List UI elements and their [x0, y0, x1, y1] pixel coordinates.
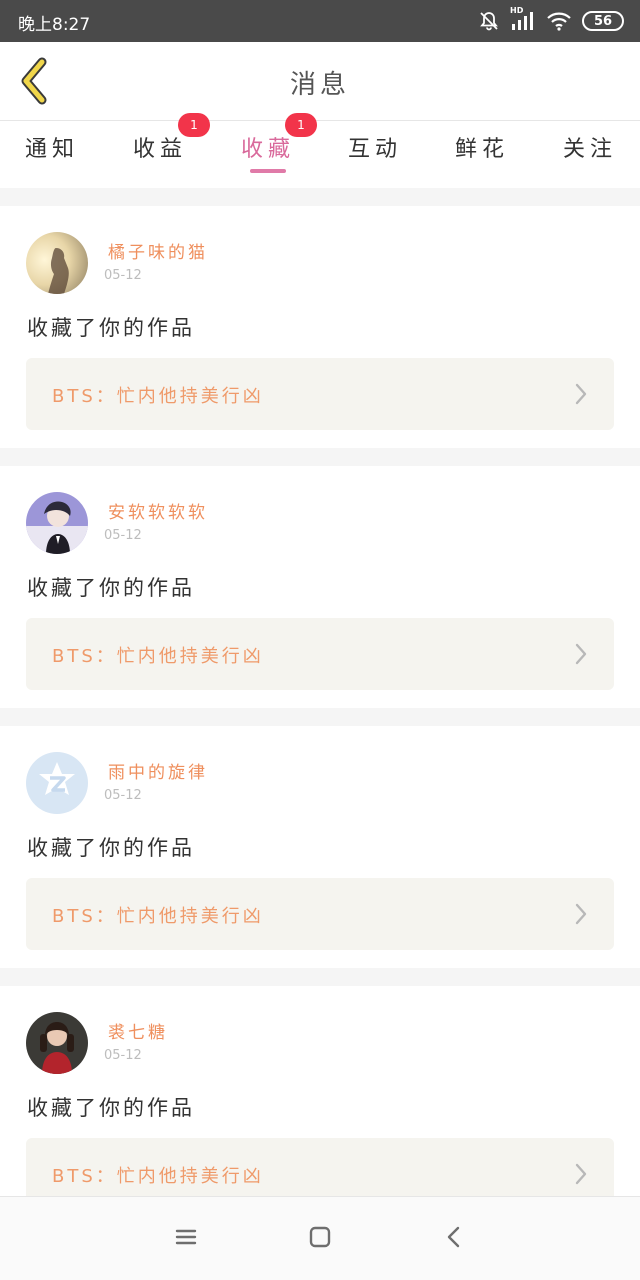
menu-icon [174, 1226, 198, 1252]
tab-follow[interactable]: 关注 [540, 121, 640, 189]
tab-interaction[interactable]: 互动 [325, 121, 425, 189]
unread-badge: 1 [178, 113, 210, 137]
chevron-right-icon [574, 902, 588, 926]
tab-label: 通知 [24, 137, 79, 162]
work-title: BTS：忙内他持美行凶 [52, 1166, 264, 1187]
wifi-icon [546, 10, 572, 32]
username[interactable]: 橘子味的猫 [108, 238, 208, 263]
tab-earnings[interactable]: 收益 1 [110, 113, 210, 189]
username[interactable]: 安软软软软 [108, 498, 208, 523]
home-button[interactable] [304, 1223, 336, 1255]
notification-card: 雨中的旋律 05-12 收藏了你的作品 BTS：忙内他持美行凶 [0, 726, 640, 968]
chevron-right-icon [574, 1162, 588, 1186]
avatar[interactable] [26, 492, 88, 554]
unread-badge: 1 [285, 113, 317, 137]
back-nav-button[interactable] [438, 1223, 470, 1255]
date: 05-12 [104, 788, 142, 803]
work-title: BTS：忙内他持美行凶 [52, 646, 264, 667]
date: 05-12 [104, 1048, 142, 1063]
notification-card: 橘子味的猫 05-12 收藏了你的作品 BTS：忙内他持美行凶 [0, 206, 640, 448]
tab-label: 互动 [347, 137, 402, 162]
back-icon [442, 1225, 466, 1253]
status-icons: HD 56 [478, 6, 624, 34]
chevron-right-icon [574, 642, 588, 666]
tab-bar: 通知 收益 1 收藏 1 互动 鲜花 关注 [0, 113, 640, 189]
date: 05-12 [104, 528, 142, 543]
username[interactable]: 裘七糖 [108, 1018, 168, 1043]
system-nav-bar [0, 1196, 640, 1280]
work-title: BTS：忙内他持美行凶 [52, 386, 264, 407]
tab-label: 鲜花 [454, 137, 509, 162]
work-title: BTS：忙内他持美行凶 [52, 906, 264, 927]
date: 05-12 [104, 268, 142, 283]
tab-label: 关注 [562, 137, 617, 162]
avatar[interactable] [26, 1012, 88, 1074]
header: 消息 [0, 42, 640, 120]
notification-card: 安软软软软 05-12 收藏了你的作品 BTS：忙内他持美行凶 [0, 466, 640, 708]
tab-notice[interactable]: 通知 [2, 121, 102, 189]
status-bar: 晚上8:27 HD 56 [0, 0, 640, 42]
menu-button[interactable] [170, 1223, 202, 1255]
tab-flowers[interactable]: 鲜花 [432, 121, 532, 189]
signal-icon: HD [510, 6, 536, 32]
notification-card: 裘七糖 05-12 收藏了你的作品 BTS：忙内他持美行凶 [0, 986, 640, 1228]
home-icon [308, 1225, 332, 1253]
notification-message: 收藏了你的作品 [27, 576, 195, 600]
notification-message: 收藏了你的作品 [27, 316, 195, 340]
work-link[interactable]: BTS：忙内他持美行凶 [26, 618, 614, 690]
page-title: 消息 [289, 70, 350, 100]
chevron-right-icon [574, 382, 588, 406]
notification-message: 收藏了你的作品 [27, 836, 195, 860]
work-link[interactable]: BTS：忙内他持美行凶 [26, 878, 614, 950]
avatar[interactable] [26, 752, 88, 814]
avatar[interactable] [26, 232, 88, 294]
network-label: HD [510, 6, 524, 15]
tab-favorites[interactable]: 收藏 1 [218, 113, 318, 189]
active-tab-indicator [250, 169, 286, 173]
username[interactable]: 雨中的旋律 [108, 758, 208, 783]
status-time: 晚上8:27 [18, 15, 91, 35]
work-link[interactable]: BTS：忙内他持美行凶 [26, 358, 614, 430]
notification-message: 收藏了你的作品 [27, 1096, 195, 1120]
battery-icon: 56 [582, 11, 624, 31]
mute-icon [478, 10, 500, 32]
